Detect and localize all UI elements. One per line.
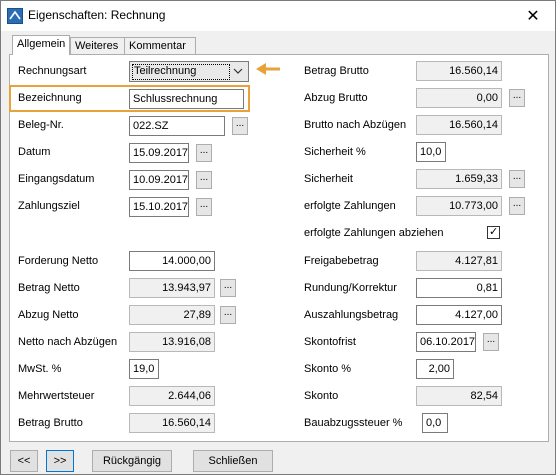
belegnr-ellipsis-button[interactable]: ... (232, 117, 248, 135)
auszahlungsbetrag-label: Auszahlungsbetrag (304, 309, 399, 321)
mehrwertsteuer-label: Mehrwertsteuer (18, 390, 95, 402)
betrag-brutto-label: Betrag Brutto (304, 65, 369, 77)
title-bar: Eigenschaften: Rechnung ✕ (1, 1, 555, 31)
netto-nach-abzuegen-label: Netto nach Abzügen (18, 336, 118, 348)
sicherheit-pct-input[interactable]: 10,0 (416, 142, 446, 162)
tab-panel-allgemein (9, 54, 549, 442)
erfolgte-zahlungen-label: erfolgte Zahlungen (304, 200, 396, 212)
erfolgte-zahlungen-value: 10.773,00 (416, 196, 502, 216)
mehrwertsteuer-value: 2.644,06 (129, 386, 215, 406)
abzug-brutto-label: Abzug Brutto (304, 92, 368, 104)
erfolgte-abziehen-label: erfolgte Zahlungen abziehen (304, 227, 444, 239)
rechnungsart-label: Rechnungsart (18, 65, 87, 77)
properties-dialog: Eigenschaften: Rechnung ✕ Allgemein Weit… (0, 0, 556, 475)
bezeichnung-input[interactable]: Schlussrechnung (129, 89, 244, 109)
close-window-button[interactable]: ✕ (511, 1, 555, 30)
erfolgte-zahlungen-ellipsis-button[interactable]: ... (509, 197, 525, 215)
datum-label: Datum (18, 146, 51, 158)
eingangsdatum-picker-button[interactable]: ... (196, 171, 212, 189)
rundung-label: Rundung/Korrektur (304, 282, 397, 294)
skonto-value: 82,54 (416, 386, 502, 406)
betrag-netto-label: Betrag Netto (18, 282, 80, 294)
brutto-nach-abzuegen-label: Brutto nach Abzügen (304, 119, 407, 131)
sicherheit-ellipsis-button[interactable]: ... (509, 170, 525, 188)
rundung-input[interactable]: 0,81 (416, 278, 502, 298)
mwst-label: MwSt. % (18, 363, 62, 375)
abzug-netto-value: 27,89 (129, 305, 215, 325)
next-button[interactable]: >> (46, 450, 74, 472)
app-icon (7, 8, 23, 24)
rechnungsart-select[interactable]: Teilrechnung (129, 61, 249, 82)
tab-weiteres[interactable]: Weiteres (70, 37, 126, 54)
forderung-netto-label: Forderung Netto (18, 255, 99, 267)
sicherheit-value: 1.659,33 (416, 169, 502, 189)
skonto-pct-label: Skonto % (304, 363, 352, 375)
belegnr-label: Beleg-Nr. (18, 119, 64, 131)
freigabebetrag-label: Freigabebetrag (304, 255, 379, 267)
forderung-netto-input[interactable]: 14.000,00 (129, 251, 215, 271)
chevron-down-icon (233, 68, 243, 74)
betrag-brutto-left-value: 16.560,14 (129, 413, 215, 433)
zahlungsziel-picker-button[interactable]: ... (196, 198, 212, 216)
undo-button[interactable]: Rückgängig (92, 450, 172, 472)
netto-nach-abzuegen-value: 13.916,08 (129, 332, 215, 352)
bauabzugssteuer-input[interactable]: 0,0 (422, 413, 448, 433)
brutto-nach-abzuegen-value: 16.560,14 (416, 115, 502, 135)
abzug-brutto-value: 0,00 (416, 88, 502, 108)
belegnr-input[interactable]: 022.SZ (129, 116, 225, 136)
orange-arrow-icon (256, 63, 280, 75)
eingangsdatum-input[interactable]: 10.09.2017 (129, 170, 189, 190)
tab-kommentar[interactable]: Kommentar (124, 37, 196, 54)
skontofrist-label: Skontofrist (304, 336, 356, 348)
bauabzugssteuer-label: Bauabzugssteuer % (304, 417, 403, 429)
betrag-netto-value: 13.943,97 (129, 278, 215, 298)
skontofrist-input[interactable]: 06.10.2017 (416, 332, 476, 352)
zahlungsziel-label: Zahlungsziel (18, 200, 80, 212)
mwst-input[interactable]: 19,0 (129, 359, 159, 379)
focus-rectangle (132, 64, 230, 80)
skontofrist-picker-button[interactable]: ... (483, 333, 499, 351)
bezeichnung-label: Bezeichnung (18, 92, 82, 104)
eingangsdatum-label: Eingangsdatum (18, 173, 95, 185)
checkmark-icon: ✓ (489, 226, 499, 238)
skonto-pct-input[interactable]: 2,00 (416, 359, 454, 379)
previous-button[interactable]: << (10, 450, 38, 472)
auszahlungsbetrag-input[interactable]: 4.127,00 (416, 305, 502, 325)
close-button[interactable]: Schließen (193, 450, 273, 472)
freigabebetrag-value: 4.127,81 (416, 251, 502, 271)
datum-picker-button[interactable]: ... (196, 144, 212, 162)
tab-allgemein[interactable]: Allgemein (12, 35, 70, 55)
betrag-netto-ellipsis-button[interactable]: ... (220, 279, 236, 297)
abzug-netto-ellipsis-button[interactable]: ... (220, 306, 236, 324)
betrag-brutto-left-label: Betrag Brutto (18, 417, 83, 429)
betrag-brutto-value: 16.560,14 (416, 61, 502, 81)
abzug-brutto-ellipsis-button[interactable]: ... (509, 89, 525, 107)
sicherheit-label: Sicherheit (304, 173, 353, 185)
abzug-netto-label: Abzug Netto (18, 309, 79, 321)
zahlungsziel-input[interactable]: 15.10.2017 (129, 197, 189, 217)
skonto-label: Skonto (304, 390, 339, 402)
window-title: Eigenschaften: Rechnung (28, 8, 166, 22)
sicherheit-pct-label: Sicherheit % (304, 146, 366, 158)
datum-input[interactable]: 15.09.2017 (129, 143, 189, 163)
erfolgte-abziehen-checkbox[interactable]: ✓ (487, 226, 500, 239)
